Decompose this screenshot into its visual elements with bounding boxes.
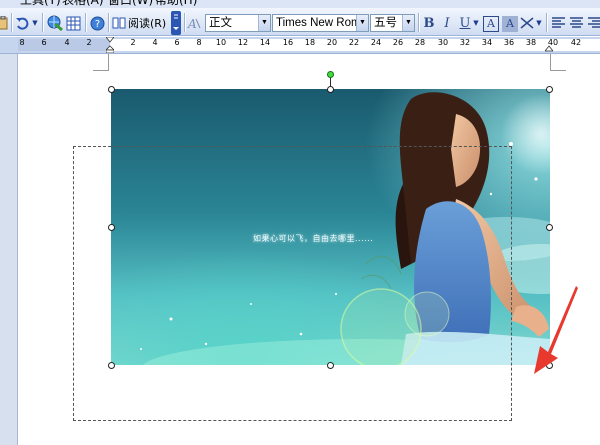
ruler-number: 34 bbox=[481, 38, 493, 47]
align-left-icon[interactable] bbox=[550, 13, 566, 33]
font-combo[interactable]: Times New Roman ▼ bbox=[272, 14, 369, 32]
resize-handle-bottom-left[interactable] bbox=[108, 362, 115, 369]
vertical-ruler bbox=[0, 54, 18, 445]
chevron-down-icon[interactable]: ▼ bbox=[258, 15, 270, 31]
align-right-icon[interactable] bbox=[586, 13, 600, 33]
margin-corner-mark bbox=[93, 54, 109, 71]
right-indent-marker-icon[interactable] bbox=[545, 37, 553, 53]
resize-handle-top-right[interactable] bbox=[546, 86, 553, 93]
ruler-number: 4 bbox=[152, 38, 158, 47]
ruler-number: 16 bbox=[282, 38, 294, 47]
read-mode-button[interactable]: 阅读(R) bbox=[112, 13, 170, 33]
ruler-number: 8 bbox=[196, 38, 202, 47]
horizontal-ruler[interactable]: 8 6 4 2 2 4 6 8 10 12 14 16 18 20 22 24 … bbox=[0, 37, 600, 54]
ruler-number: 8 bbox=[19, 38, 25, 47]
style-combo-value: 正文 bbox=[209, 17, 232, 29]
underline-button[interactable]: U bbox=[457, 16, 473, 32]
hyperlink-icon[interactable] bbox=[46, 13, 64, 33]
ruler-number: 20 bbox=[326, 38, 338, 47]
ruler-number: 26 bbox=[392, 38, 404, 47]
ruler-number: 14 bbox=[259, 38, 271, 47]
ruler-number: 18 bbox=[304, 38, 316, 47]
font-size-combo-value: 五号 bbox=[374, 17, 397, 29]
ruler-number: 24 bbox=[370, 38, 382, 47]
menu-tools[interactable]: 工具(T) bbox=[20, 0, 61, 8]
table-icon[interactable] bbox=[64, 13, 82, 33]
char-shading-button[interactable]: A bbox=[502, 16, 518, 32]
underline-dropdown-icon[interactable]: ▼ bbox=[472, 13, 480, 33]
ruler-number: 4 bbox=[64, 38, 70, 47]
ruler-number: 12 bbox=[237, 38, 249, 47]
resize-handle-top-left[interactable] bbox=[108, 86, 115, 93]
svg-text:A: A bbox=[187, 17, 197, 30]
resize-handle-top[interactable] bbox=[327, 86, 334, 93]
styles-pane-icon[interactable]: A bbox=[186, 13, 202, 33]
ruler-number: 2 bbox=[86, 38, 92, 47]
rotation-handle[interactable] bbox=[327, 71, 334, 78]
menu-window[interactable]: 窗口(W) bbox=[108, 0, 153, 8]
style-combo[interactable]: 正文 ▼ bbox=[205, 14, 271, 32]
ruler-number: 22 bbox=[348, 38, 360, 47]
resize-handle-right[interactable] bbox=[546, 224, 553, 231]
resize-drag-outline bbox=[73, 146, 512, 421]
ruler-number: 6 bbox=[174, 38, 180, 47]
ruler-number: 38 bbox=[525, 38, 537, 47]
ruler-number: 6 bbox=[41, 38, 47, 47]
svg-text:?: ? bbox=[94, 19, 99, 30]
italic-button[interactable]: I bbox=[439, 16, 455, 32]
red-arrow-icon bbox=[534, 286, 578, 374]
resize-handle-left[interactable] bbox=[108, 224, 115, 231]
undo-icon[interactable] bbox=[14, 13, 30, 33]
align-center-icon[interactable] bbox=[568, 13, 584, 33]
bold-button[interactable]: B bbox=[421, 16, 437, 32]
ruler-number: 2 bbox=[130, 38, 136, 47]
ruler-number: 36 bbox=[503, 38, 515, 47]
formatting-toolbar: ▼ ? 阅读(R) A 正文 ▼ Times New Roman ▼ 五号 ▼ … bbox=[0, 8, 600, 36]
menu-bar: 工具(T) 表格(A) 窗口(W) 帮助(H) bbox=[0, 0, 600, 8]
char-scale-icon[interactable] bbox=[519, 13, 535, 33]
ruler-number: 42 bbox=[570, 38, 582, 47]
char-border-button[interactable]: A bbox=[483, 16, 499, 32]
menu-help[interactable]: 帮助(H) bbox=[155, 0, 197, 8]
chevron-down-icon[interactable]: ▼ bbox=[356, 15, 368, 31]
ruler-number: 30 bbox=[437, 38, 449, 47]
indent-marker-icon[interactable] bbox=[106, 37, 114, 53]
help-icon[interactable]: ? bbox=[88, 13, 106, 33]
ruler-number: 28 bbox=[414, 38, 426, 47]
resize-handle-bottom[interactable] bbox=[327, 362, 334, 369]
chevron-down-icon[interactable]: ▼ bbox=[402, 15, 414, 31]
read-mode-label: 阅读(R) bbox=[128, 17, 167, 30]
menu-table[interactable]: 表格(A) bbox=[62, 0, 104, 8]
char-scale-dropdown-icon[interactable]: ▼ bbox=[535, 13, 543, 33]
undo-dropdown-icon[interactable]: ▼ bbox=[31, 13, 39, 33]
ruler-number: 10 bbox=[215, 38, 227, 47]
toolbar-overflow-icon[interactable] bbox=[171, 11, 181, 35]
font-size-combo[interactable]: 五号 ▼ bbox=[370, 14, 415, 32]
paste-icon[interactable] bbox=[0, 13, 10, 33]
ruler-number: 32 bbox=[459, 38, 471, 47]
margin-corner-mark bbox=[550, 54, 566, 71]
